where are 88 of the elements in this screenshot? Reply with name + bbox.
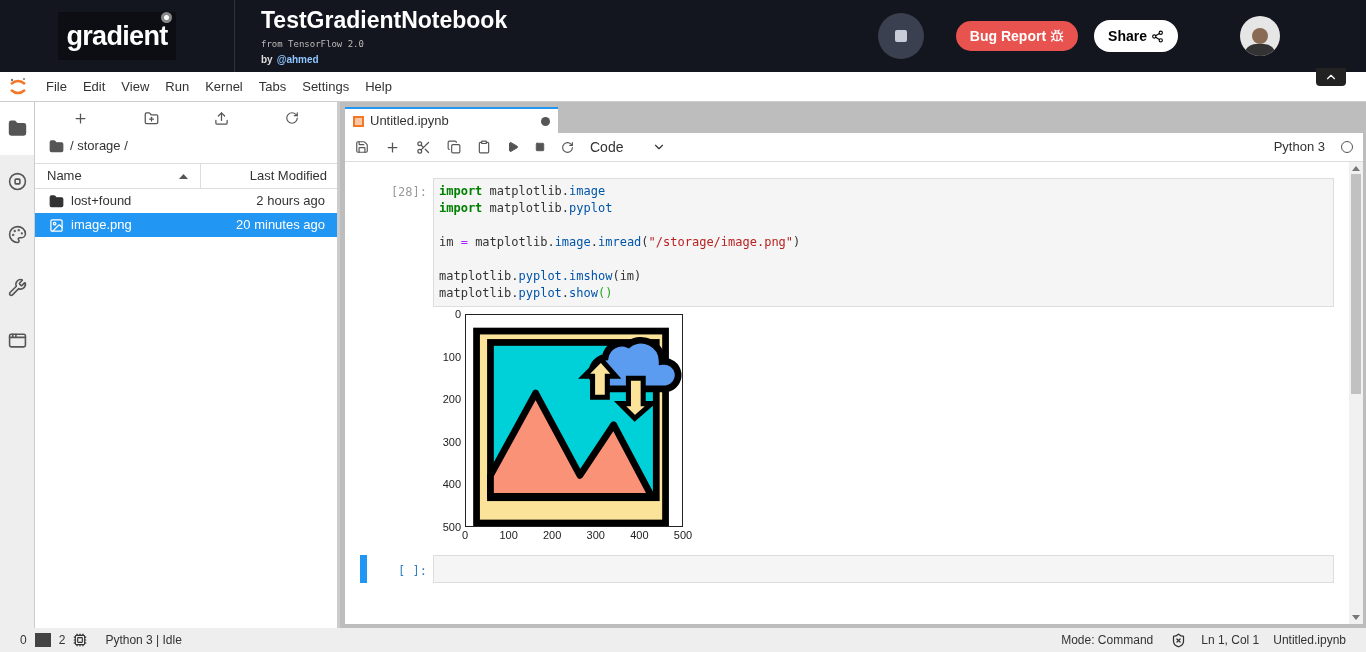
menu-item[interactable]: Tabs <box>250 76 295 97</box>
cell-prompt: [ ]: <box>397 563 428 580</box>
sidebar-tab[interactable] <box>0 102 34 155</box>
stop-icon[interactable] <box>535 142 545 152</box>
author-link[interactable]: @ahmed <box>276 52 319 68</box>
code-line: import matplotlib.pyplot <box>439 201 613 215</box>
menu-item[interactable]: Run <box>157 76 198 97</box>
file-name: lost+found <box>71 192 133 211</box>
kernel-status: Python 3 | Idle <box>105 632 182 649</box>
column-header[interactable]: Name <box>35 164 201 188</box>
column-header[interactable]: Last Modified <box>201 164 337 188</box>
terminal-count: 0 <box>20 632 27 649</box>
wrench-icon <box>7 278 27 297</box>
notebook-icon <box>353 115 364 127</box>
menu-item[interactable]: Edit <box>74 76 114 97</box>
shield-icon <box>1171 632 1187 648</box>
copy-icon[interactable] <box>447 140 461 154</box>
folder-icon <box>49 138 64 154</box>
notebook-title: TestGradientNotebook <box>261 5 508 35</box>
code-cell[interactable] <box>433 555 1334 583</box>
avatar[interactable] <box>1240 16 1280 56</box>
restart-icon[interactable] <box>561 140 574 154</box>
menu-item[interactable]: View <box>113 76 158 97</box>
code-line: matplotlib.pyplot.imshow(im) <box>439 269 642 283</box>
axis-tick-label: 400 <box>442 479 461 491</box>
breadcrumb-path[interactable]: / storage / <box>70 136 128 156</box>
code-line: import matplotlib.image <box>439 184 606 198</box>
cpu-icon <box>73 633 88 647</box>
new-folder-icon[interactable] <box>143 110 159 126</box>
modified-time: 2 hours ago <box>256 192 325 211</box>
menu-item[interactable]: Help <box>357 76 400 97</box>
menu-item[interactable]: Settings <box>294 76 358 97</box>
paste-icon[interactable] <box>477 140 491 154</box>
modified-time: 20 minutes ago <box>236 216 325 235</box>
mode-status[interactable]: Mode: Command <box>1061 631 1154 649</box>
axis-tick-label: 300 <box>585 530 606 541</box>
axis-tick-label: 100 <box>498 530 519 541</box>
notebook-subtitle: from TensorFlow 2.0 <box>261 37 365 51</box>
axis-tick-label: 0 <box>461 530 470 541</box>
axis-tick-label: 500 <box>442 521 461 533</box>
jupyter-logo-icon[interactable] <box>8 76 28 97</box>
bug-report-button[interactable]: Bug Report <box>955 21 1079 51</box>
file-name: image.png <box>71 216 133 235</box>
menu-item[interactable]: Kernel <box>197 76 251 97</box>
axis-tick-label: 500 <box>672 530 694 541</box>
share-button[interactable]: Share <box>1094 20 1178 52</box>
stop-button[interactable] <box>877 13 924 59</box>
save-icon[interactable] <box>355 140 369 154</box>
kernel-name[interactable]: Python 3 <box>1273 137 1325 157</box>
refresh-icon[interactable] <box>285 111 300 125</box>
bug-icon <box>1050 29 1065 43</box>
cell-type-dropdown[interactable]: Code <box>590 136 666 158</box>
code-line: matplotlib.pyplot.show() <box>439 286 613 300</box>
file-row[interactable]: lost+found 2 hours ago <box>35 189 337 213</box>
stop-circle-icon <box>7 172 27 191</box>
scroll-up-icon[interactable] <box>1352 166 1360 171</box>
share-icon <box>1151 29 1164 43</box>
image-file-icon <box>49 217 64 233</box>
run-icon[interactable] <box>507 141 519 153</box>
window-icon <box>7 331 27 350</box>
new-launcher-icon[interactable] <box>72 110 88 126</box>
axis-tick-label: 0 <box>454 309 461 320</box>
axis-tick-label: 400 <box>629 530 650 541</box>
sort-caret-icon <box>179 173 188 179</box>
axis-tick-label: 200 <box>542 530 563 541</box>
scrollbar[interactable] <box>1349 162 1363 624</box>
scroll-down-icon[interactable] <box>1352 615 1360 620</box>
collapse-button[interactable] <box>1316 68 1346 86</box>
stop-icon <box>894 30 907 42</box>
axis-tick-label: 200 <box>442 394 461 406</box>
cursor-position[interactable]: Ln 1, Col 1 <box>1201 631 1260 649</box>
menu-item[interactable]: File <box>38 76 75 97</box>
cut-icon[interactable] <box>416 139 431 155</box>
byline-label: by <box>261 53 273 68</box>
code-cell[interactable]: import matplotlib.image import matplotlib.pyplot im = matplotlib.image.imread("/storage/image.png") matplotlib.pyplot.imshow(im) matplotlib.pyplot.show() <box>433 178 1334 307</box>
folder-icon <box>49 193 64 209</box>
cell-prompt: [28]: <box>389 184 428 201</box>
folder-icon <box>7 119 27 138</box>
palette-icon <box>7 225 27 244</box>
axis-tick-label: 100 <box>442 351 461 363</box>
upload-icon[interactable] <box>214 110 230 126</box>
kernel-count: 2 <box>58 632 66 649</box>
add-cell-icon[interactable] <box>385 139 400 155</box>
file-name-status: Untitled.ipynb <box>1273 632 1346 649</box>
terminal-icon <box>34 633 51 647</box>
axis-tick-label: 300 <box>442 436 461 448</box>
code-line: im = matplotlib.image.imread("/storage/image.png") <box>439 235 801 249</box>
notebook-tab[interactable]: Untitled.ipynb <box>345 107 558 133</box>
